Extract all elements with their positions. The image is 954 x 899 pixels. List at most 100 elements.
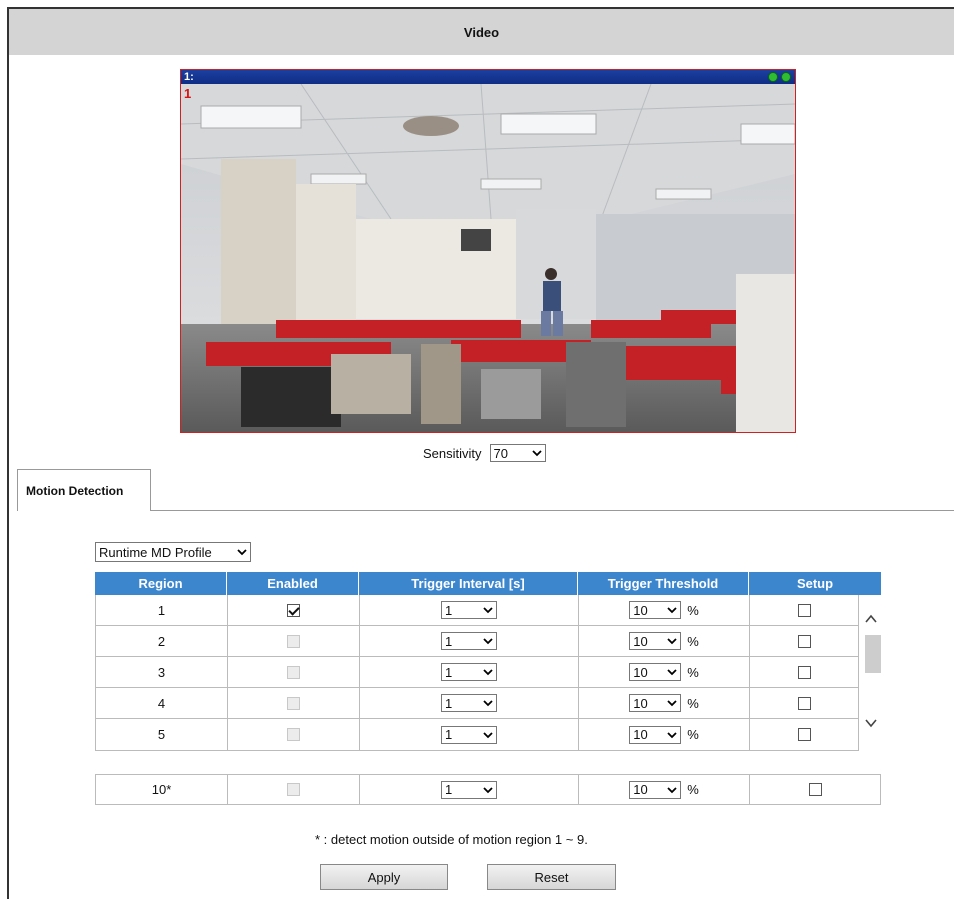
- sensitivity-value: 70: [493, 445, 508, 461]
- interval-cell: 1: [360, 657, 579, 687]
- enabled-checkbox[interactable]: [287, 728, 300, 741]
- chevron-down-icon: [483, 607, 493, 614]
- sensitivity-select[interactable]: 70: [489, 444, 546, 462]
- percent-unit: %: [687, 664, 699, 680]
- chevron-down-icon: [483, 731, 493, 738]
- column-header-trigger-threshold: Trigger Threshold: [578, 572, 749, 595]
- threshold-cell: 10 %: [579, 775, 750, 804]
- interval-cell: 1: [360, 626, 579, 656]
- table-row: 4 1 10%: [96, 688, 858, 719]
- enabled-cell: [228, 775, 360, 804]
- region-cell: 5: [96, 719, 228, 750]
- interval-cell: 1: [360, 688, 579, 718]
- threshold-cell: 10%: [579, 688, 750, 718]
- motion-regions-table: Region Enabled Trigger Interval [s] Trig…: [95, 572, 881, 751]
- threshold-value: 10: [633, 602, 648, 618]
- threshold-select[interactable]: 10: [629, 725, 682, 744]
- interval-value: 1: [445, 633, 453, 649]
- enabled-cell: [228, 657, 360, 687]
- threshold-cell: 10%: [579, 719, 750, 750]
- table-row: 5 1 10%: [96, 719, 858, 750]
- apply-button[interactable]: Apply: [320, 864, 448, 890]
- interval-select[interactable]: 1: [441, 601, 497, 619]
- threshold-select[interactable]: 10: [629, 694, 682, 712]
- table-row: 2 1 10%: [96, 626, 858, 657]
- interval-select[interactable]: 1: [441, 632, 497, 650]
- threshold-select[interactable]: 10: [629, 601, 682, 619]
- threshold-cell: 10%: [579, 626, 750, 656]
- interval-cell: 1: [360, 719, 579, 750]
- chevron-down-icon: [667, 786, 677, 793]
- chevron-down-icon: [483, 786, 493, 793]
- percent-unit: %: [687, 727, 699, 742]
- threshold-select[interactable]: 10: [629, 663, 682, 681]
- interval-value: 1: [445, 727, 453, 742]
- threshold-value: 10: [633, 695, 648, 711]
- interval-select[interactable]: 1: [441, 694, 497, 712]
- enabled-checkbox[interactable]: [287, 696, 300, 710]
- threshold-value: 10: [633, 782, 648, 797]
- setup-cell: [750, 775, 880, 804]
- table-row: 1 1 10%: [96, 595, 858, 626]
- page-header: Video: [9, 9, 954, 55]
- md-profile-select[interactable]: Runtime MD Profile: [95, 542, 251, 562]
- outside-region-row: 10* 1 10 %: [95, 774, 881, 805]
- chevron-down-icon: [483, 669, 493, 676]
- setup-checkbox[interactable]: [797, 696, 811, 710]
- reset-button[interactable]: Reset: [487, 864, 616, 890]
- setup-checkbox[interactable]: [797, 603, 811, 617]
- tab-divider: [151, 510, 954, 511]
- setup-checkbox[interactable]: [797, 634, 811, 648]
- chevron-up-icon[interactable]: [865, 613, 877, 625]
- setup-checkbox[interactable]: [808, 783, 822, 796]
- setup-checkbox[interactable]: [797, 665, 811, 679]
- region-cell: 4: [96, 688, 228, 718]
- percent-unit: %: [687, 782, 699, 797]
- setup-cell: [750, 595, 858, 625]
- table-header: Region Enabled Trigger Interval [s] Trig…: [95, 572, 881, 595]
- enabled-checkbox[interactable]: [287, 665, 300, 679]
- interval-select[interactable]: 1: [441, 663, 497, 681]
- status-dot-icon: [781, 72, 791, 82]
- threshold-value: 10: [633, 664, 648, 680]
- scrollbar-thumb[interactable]: [865, 635, 881, 673]
- video-viewer[interactable]: 1: 1: [180, 69, 796, 433]
- enabled-checkbox[interactable]: [287, 783, 300, 796]
- setup-checkbox[interactable]: [797, 728, 811, 741]
- setup-cell: [750, 719, 858, 750]
- camera-feed-image: [181, 84, 795, 432]
- table-scrollbar[interactable]: [861, 595, 881, 750]
- interval-value: 1: [445, 695, 453, 711]
- status-dot-icon: [768, 72, 778, 82]
- interval-value: 1: [445, 782, 453, 797]
- interval-select[interactable]: 1: [441, 780, 497, 799]
- table-body: 1 1 10% 2 1 10% 3 1 10% 4 1 10% 5 1 10%: [95, 595, 859, 751]
- setup-cell: [750, 657, 858, 687]
- video-status-indicators: [768, 72, 791, 82]
- enabled-cell: [228, 595, 360, 625]
- motion-region-marker: 1: [184, 86, 192, 101]
- region-cell: 10*: [96, 775, 228, 804]
- md-profile-value: Runtime MD Profile: [99, 544, 212, 560]
- enabled-checkbox[interactable]: [287, 603, 300, 617]
- enabled-cell: [228, 626, 360, 656]
- threshold-select[interactable]: 10: [629, 780, 682, 799]
- chevron-down-icon: [483, 700, 493, 707]
- threshold-select[interactable]: 10: [629, 632, 682, 650]
- percent-unit: %: [687, 633, 699, 649]
- chevron-down-icon: [531, 450, 542, 457]
- threshold-cell: 10%: [579, 657, 750, 687]
- column-header-setup: Setup: [796, 576, 834, 591]
- enabled-cell: [228, 719, 360, 750]
- enabled-checkbox[interactable]: [287, 634, 300, 648]
- chevron-down-icon[interactable]: [865, 717, 877, 729]
- chevron-down-icon: [667, 700, 677, 707]
- tab-motion-detection[interactable]: Motion Detection: [17, 469, 151, 511]
- threshold-cell: 10%: [579, 595, 750, 625]
- chevron-down-icon: [667, 638, 677, 645]
- column-header-enabled: Enabled: [227, 572, 359, 595]
- interval-select[interactable]: 1: [441, 725, 497, 744]
- interval-value: 1: [445, 602, 453, 618]
- threshold-value: 10: [633, 633, 648, 649]
- chevron-down-icon: [237, 549, 247, 556]
